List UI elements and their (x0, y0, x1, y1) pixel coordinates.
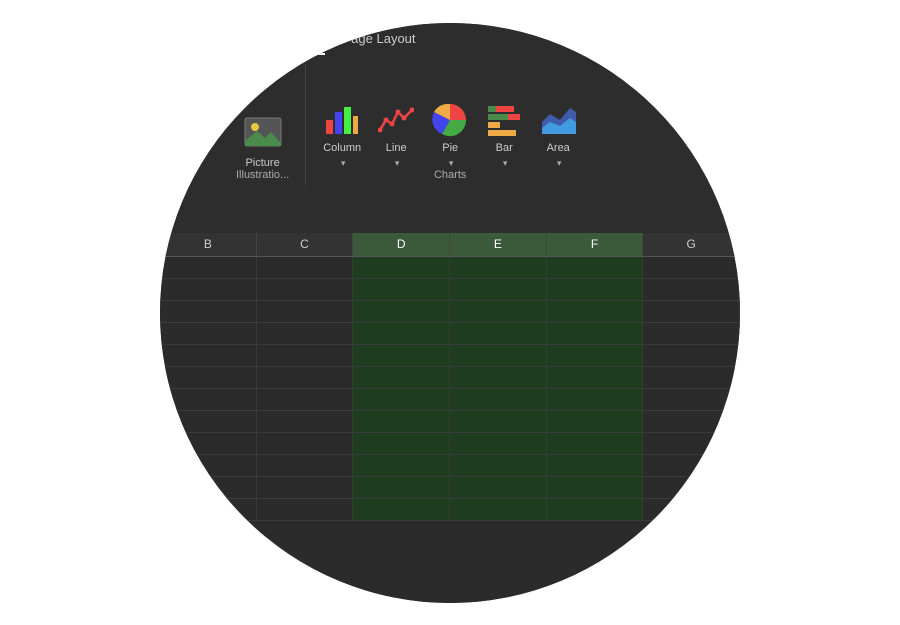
table-row (160, 455, 740, 477)
table-row (160, 367, 740, 389)
ribbon-tabs: Insert Page Layout (160, 23, 740, 55)
col-header-G[interactable]: G (643, 233, 740, 256)
area-chart-icon (540, 102, 576, 138)
picture-icon (243, 113, 283, 153)
line-label: Line (386, 142, 407, 154)
column-label: Column (323, 142, 361, 154)
grid-rows (160, 257, 740, 521)
ribbon: Insert Page Layout Picture (160, 23, 740, 233)
col-header-E[interactable]: E (450, 233, 547, 256)
column-chart-icon (324, 102, 360, 138)
bar-label: Bar (496, 142, 513, 154)
table-row (160, 477, 740, 499)
area-label: Area (547, 142, 570, 154)
cell-G1[interactable] (643, 257, 740, 278)
illustrations-items: Picture (243, 65, 283, 169)
cell-C1[interactable] (257, 257, 354, 278)
column-headers: B C D E F G (160, 233, 740, 257)
bar-chart-icon (486, 102, 522, 138)
table-row (160, 389, 740, 411)
table-row (160, 411, 740, 433)
ribbon-item-bar[interactable]: Bar ▾ (484, 102, 524, 169)
app-window: Insert Page Layout Picture (160, 23, 740, 603)
table-row (160, 433, 740, 455)
table-row (160, 257, 740, 279)
bar-chevron: ▾ (503, 158, 508, 169)
group-charts: Column ▾ Li (306, 65, 594, 185)
col-header-F[interactable]: F (547, 233, 644, 256)
illustrations-group-label: Illustratio... (236, 169, 289, 185)
column-chevron: ▾ (341, 158, 346, 169)
col-header-C[interactable]: C (257, 233, 354, 256)
pie-label: Pie (442, 142, 458, 154)
cell-B1[interactable] (160, 257, 257, 278)
line-chevron: ▾ (395, 158, 400, 169)
picture-label: Picture (245, 157, 279, 169)
pie-chevron: ▾ (449, 158, 454, 169)
pie-chart-icon (432, 102, 468, 138)
ribbon-item-picture[interactable]: Picture (243, 113, 283, 169)
area-chevron: ▾ (557, 158, 562, 169)
tab-insert[interactable]: Insert (260, 23, 325, 55)
cell-E1[interactable] (450, 257, 547, 278)
table-row (160, 301, 740, 323)
table-row (160, 499, 740, 521)
charts-group-label: Charts (322, 169, 578, 185)
ribbon-item-line[interactable]: Line ▾ (376, 102, 416, 169)
table-row (160, 279, 740, 301)
tab-page-layout[interactable]: Page Layout (327, 23, 432, 55)
table-row (160, 345, 740, 367)
ribbon-content: Picture Illustratio... (160, 55, 740, 195)
line-chart-icon (378, 102, 414, 138)
spreadsheet: B C D E F G (160, 233, 740, 603)
charts-items: Column ▾ Li (322, 65, 578, 169)
ribbon-item-area[interactable]: Area ▾ (538, 102, 578, 169)
table-row (160, 323, 740, 345)
ribbon-item-column[interactable]: Column ▾ (322, 102, 362, 169)
col-header-D[interactable]: D (353, 233, 450, 256)
col-header-B[interactable]: B (160, 233, 257, 256)
ribbon-item-pie[interactable]: Pie ▾ (430, 102, 470, 169)
cell-F1[interactable] (547, 257, 644, 278)
cell-D1[interactable] (353, 257, 450, 278)
group-illustrations: Picture Illustratio... (220, 65, 306, 185)
